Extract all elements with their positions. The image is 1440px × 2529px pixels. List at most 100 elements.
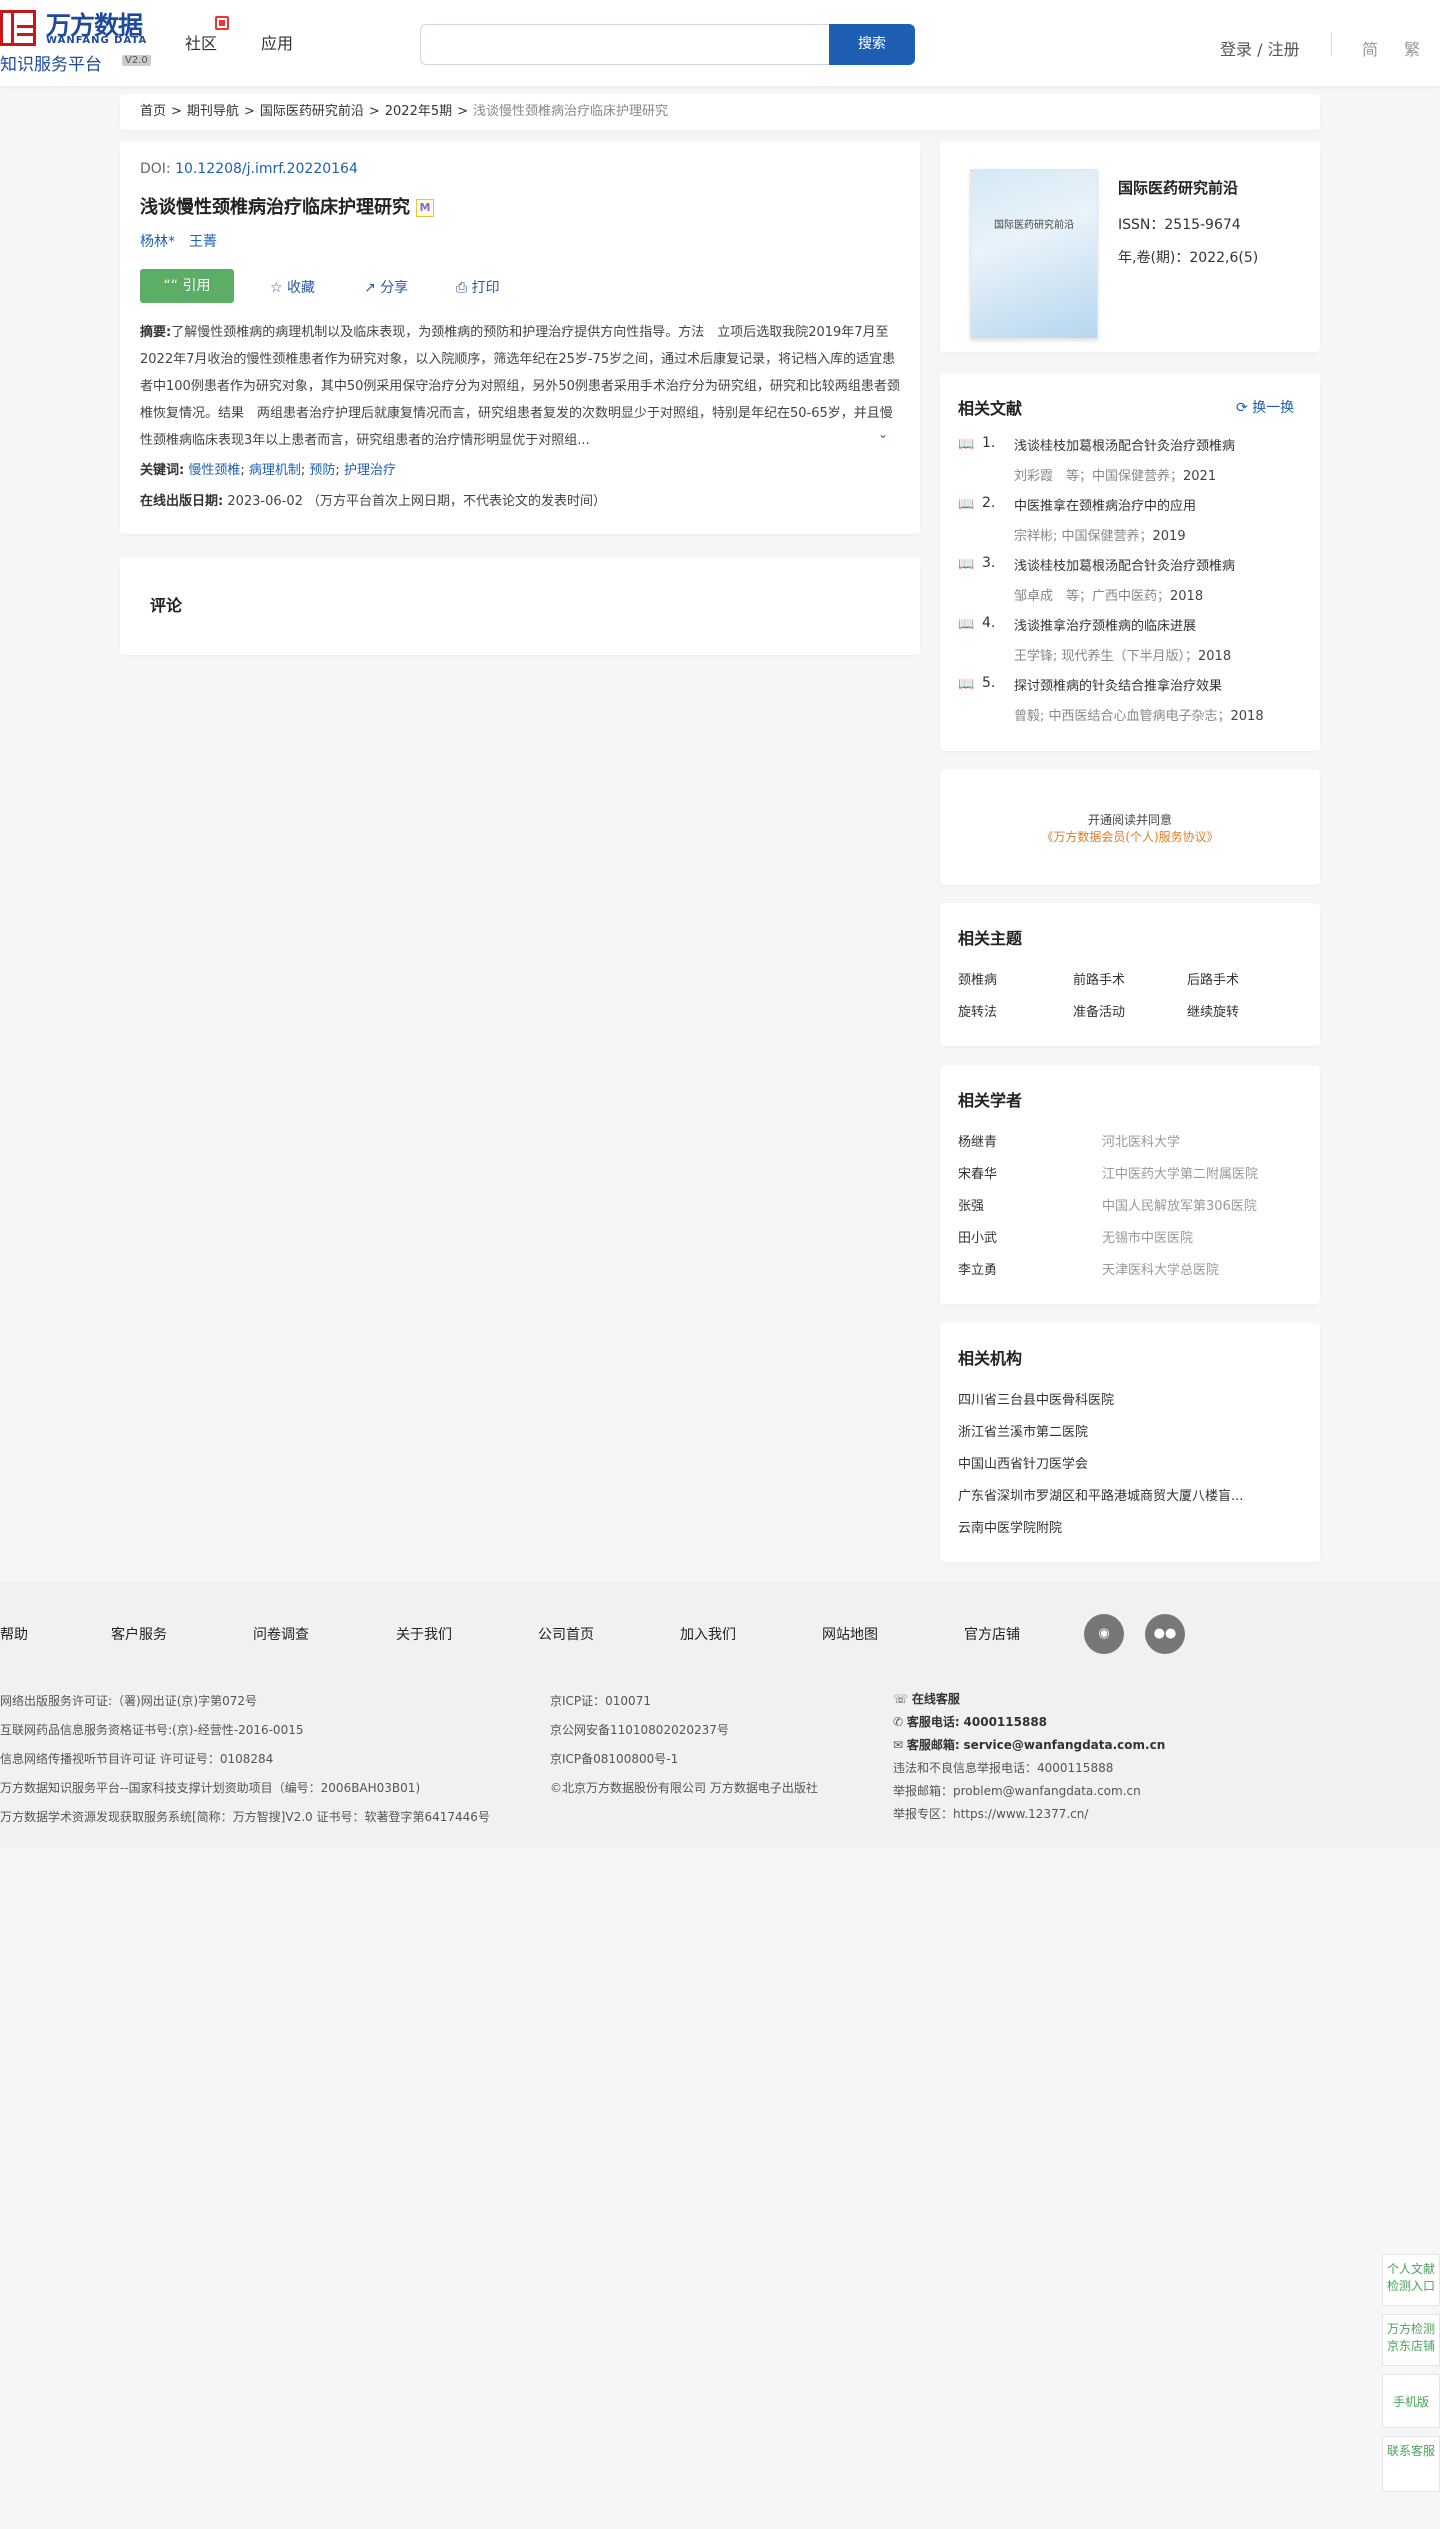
footer-link-home[interactable]: 公司首页 — [538, 1624, 594, 1644]
nav-apps[interactable]: 应用 — [261, 30, 293, 54]
org-link[interactable]: 中国山西省针刀医学会 — [958, 1453, 1088, 1472]
footer-link-survey[interactable]: 问卷调查 — [253, 1624, 309, 1644]
topic-link[interactable]: 继续旋转 — [1187, 1001, 1239, 1020]
float-jd-store[interactable]: 万方检测京东店铺 — [1382, 2314, 1440, 2366]
license-line: 信息网络传播视听节目许可证 许可证号：0108284 — [0, 1752, 274, 1766]
keyword-link[interactable]: 慢性颈椎 — [188, 463, 240, 478]
float-mobile[interactable]: 手机版 — [1382, 2374, 1440, 2428]
breadcrumb: 首页 > 期刊导航 > 国际医药研究前沿 >2022年5期 > 浅谈慢性颈椎病治疗临床护理研究 — [120, 94, 1320, 130]
scholar-institution: 天津医科大学总医院 — [1102, 1263, 1220, 1278]
related-doc-year: 2018 — [1170, 589, 1204, 604]
org-link[interactable]: 云南中医学院附院 — [958, 1517, 1062, 1536]
float-plagiarism-check[interactable]: 个人文献检测入口 — [1382, 2254, 1440, 2306]
related-topics-title: 相关主题 — [958, 929, 1023, 948]
related-doc-num: 2. — [982, 495, 996, 511]
wechat-icon[interactable]: ●● — [1145, 1614, 1185, 1654]
breadcrumb-journals[interactable]: 期刊导航 — [187, 104, 239, 119]
breadcrumb-home[interactable]: 首页 — [140, 104, 166, 119]
footer-link-store[interactable]: 官方店铺 — [964, 1624, 1020, 1644]
report-site[interactable]: 举报专区：https://www.12377.cn/ — [893, 1805, 1088, 1822]
related-doc-num: 3. — [982, 555, 996, 571]
search-input[interactable] — [420, 24, 830, 65]
comment-card: 评论 — [120, 557, 920, 655]
icp-line[interactable]: 京ICP证：010071 — [550, 1692, 651, 1709]
scholar-name[interactable]: 李立勇 — [958, 1259, 997, 1278]
related-doc-num: 1. — [982, 435, 996, 451]
cite-label: 引用 — [182, 278, 211, 294]
collect-button[interactable]: ☆ 收藏 — [270, 277, 315, 297]
lang-simplified[interactable]: 简 — [1362, 36, 1378, 60]
cite-button[interactable]: ““ 引用 — [140, 269, 234, 303]
scholar-name[interactable]: 宋春华 — [958, 1163, 997, 1182]
related-doc-source: 宗祥彬; 中国保健营养； — [1014, 529, 1153, 544]
nav-community-label: 社区 — [185, 34, 218, 53]
topic-link[interactable]: 前路手术 — [1073, 969, 1125, 988]
scholar-name[interactable]: 田小武 — [958, 1227, 997, 1246]
keyword-link[interactable]: 预防 — [309, 463, 335, 478]
footer-link-service[interactable]: 客户服务 — [111, 1624, 167, 1644]
book-icon: 📖 — [958, 557, 975, 572]
expand-chevron-icon[interactable]: ⌄ — [878, 427, 888, 441]
journal-name[interactable]: 国际医药研究前沿 — [1118, 177, 1238, 198]
print-icon: ⎙ — [456, 280, 468, 296]
weibo-icon[interactable]: ◉ — [1084, 1614, 1124, 1654]
print-button[interactable]: ⎙ 打印 — [456, 277, 500, 297]
float-contact[interactable]: 联系客服 — [1382, 2436, 1440, 2492]
related-doc-title[interactable]: 中医推拿在颈椎病治疗中的应用 — [1014, 495, 1196, 514]
breadcrumb-journal[interactable]: 国际医药研究前沿 — [260, 104, 364, 119]
doi-link[interactable]: 10.12208/j.imrf.20220164 — [175, 161, 358, 177]
m-badge-icon: M — [416, 199, 434, 217]
related-doc-title[interactable]: 浅谈桂枝加葛根汤配合针灸治疗颈椎病 — [1014, 435, 1235, 454]
share-label: 分享 — [380, 280, 409, 296]
email-value[interactable]: service@wanfangdata.com.cn — [964, 1738, 1166, 1752]
refresh-button[interactable]: ⟳ 换一换 — [1236, 397, 1294, 417]
org-link[interactable]: 广东省深圳市罗湖区和平路港城商贸大厦八楼盲... — [958, 1485, 1243, 1504]
author-link[interactable]: 王菁 — [189, 234, 217, 250]
print-label: 打印 — [471, 280, 500, 296]
topic-link[interactable]: 后路手术 — [1187, 969, 1239, 988]
footer-link-about[interactable]: 关于我们 — [396, 1624, 452, 1644]
topic-link[interactable]: 旋转法 — [958, 1001, 997, 1020]
search-button[interactable]: 搜索 — [829, 24, 915, 65]
keyword-link[interactable]: 病理机制 — [249, 463, 301, 478]
icp-line[interactable]: 京公网安备11010802020237号 — [550, 1721, 729, 1738]
author-link[interactable]: 杨林* — [140, 234, 175, 250]
footer-link-join[interactable]: 加入我们 — [680, 1624, 736, 1644]
nav-community[interactable]: 社区 — [185, 16, 229, 54]
org-link[interactable]: 四川省三台县中医骨科医院 — [958, 1389, 1114, 1408]
icp-line[interactable]: 京ICP备08100800号-1 — [550, 1750, 678, 1767]
share-button[interactable]: ↗ 分享 — [364, 277, 408, 297]
scholar-name[interactable]: 张强 — [958, 1195, 984, 1214]
phone-icon: ✆ — [893, 1715, 904, 1729]
keywords: 关键词: 慢性颈椎; 病理机制; 预防; 护理治疗 — [140, 463, 396, 478]
breadcrumb-issue[interactable]: 2022年5期 — [385, 104, 452, 119]
agreement-link[interactable]: 《万方数据会员(个人)服务协议》 — [940, 828, 1320, 845]
related-orgs-title: 相关机构 — [958, 1349, 1023, 1368]
related-docs-title: 相关文献 — [958, 399, 1023, 418]
book-icon: 📖 — [958, 677, 975, 692]
keyword-link[interactable]: 护理治疗 — [344, 463, 396, 478]
login-register-link[interactable]: 登录 / 注册 — [1220, 36, 1300, 60]
abstract-label: 摘要: — [140, 325, 172, 340]
lang-traditional[interactable]: 繁 — [1404, 36, 1420, 60]
footer-link-sitemap[interactable]: 网站地图 — [822, 1624, 878, 1644]
related-doc-title[interactable]: 浅谈桂枝加葛根汤配合针灸治疗颈椎病 — [1014, 555, 1235, 574]
related-doc-title[interactable]: 浅谈推拿治疗颈椎病的临床进展 — [1014, 615, 1196, 634]
header-divider — [1331, 32, 1332, 56]
version-badge: V2.0 — [122, 55, 151, 66]
comment-title: 评论 — [150, 596, 183, 615]
topic-link[interactable]: 颈椎病 — [958, 969, 997, 988]
wanfang-logo[interactable]: 万方数据 WANFANG DATA 知识服务平台 V2.0 — [0, 8, 152, 75]
related-doc-source: 邹卓成 等；广西中医药； — [1014, 589, 1171, 604]
keywords-label: 关键词: — [140, 463, 185, 478]
footer-link-help[interactable]: 帮助 — [0, 1624, 28, 1644]
related-doc-title[interactable]: 探讨颈椎病的针灸结合推拿治疗效果 — [1014, 675, 1222, 694]
related-doc-meta: 邹卓成 等；广西中医药；2018 — [1014, 585, 1203, 604]
journal-cover[interactable]: 国际医药研究前沿 — [970, 169, 1098, 339]
report-phone: 违法和不良信息举报电话：4000115888 — [893, 1761, 1114, 1775]
scholar-name[interactable]: 杨继青 — [958, 1131, 997, 1150]
topic-link[interactable]: 准备活动 — [1073, 1001, 1125, 1020]
related-doc-source: 曾毅; 中西医结合心血管病电子杂志； — [1014, 709, 1231, 724]
online-service-link[interactable]: ☏ 在线客服 — [893, 1690, 960, 1707]
org-link[interactable]: 浙江省兰溪市第二医院 — [958, 1421, 1088, 1440]
